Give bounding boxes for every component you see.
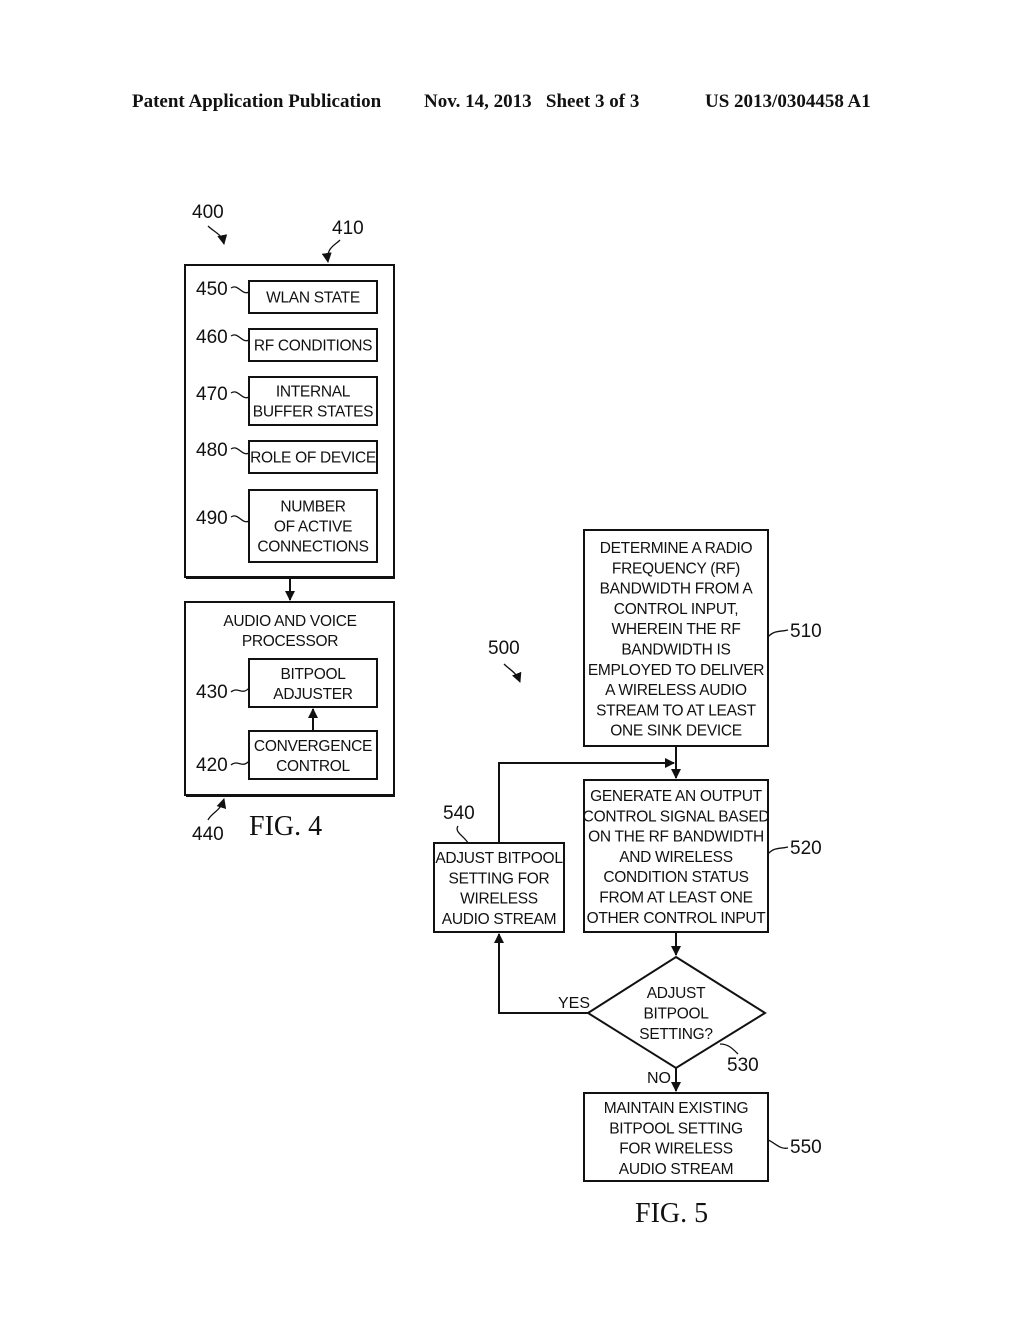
ref-540: 540	[443, 803, 475, 824]
step-510-line-7: EMPLOYED TO DELIVER	[588, 662, 764, 679]
ref-480: 480	[196, 440, 228, 461]
ref-420: 420	[196, 755, 228, 776]
step-510-line-6: BANDWIDTH IS	[621, 642, 730, 659]
fig5-caption: FIG. 5	[635, 1198, 708, 1229]
step-510-line-2: FREQUENCY (RF)	[612, 560, 740, 577]
ref-440: 440	[192, 824, 224, 845]
step-510-line-10: ONE SINK DEVICE	[610, 723, 742, 740]
step-520-line-5: CONDITION STATUS	[603, 869, 748, 886]
ref-410: 410	[332, 218, 364, 239]
input-470-line-1: INTERNAL	[276, 384, 351, 401]
input-450-line-1: WLAN STATE	[266, 290, 360, 307]
ref-400: 400	[192, 202, 224, 223]
ref-520-leader	[767, 846, 789, 855]
convergence-control-line-1: CONVERGENCE	[254, 738, 372, 755]
step-540-line-3: WIRELESS	[460, 891, 538, 908]
step-510-line-3: BANDWIDTH FROM A	[600, 581, 754, 598]
ref-410-leader	[321, 239, 341, 263]
ref-460: 460	[196, 327, 228, 348]
ref-440-leader	[207, 798, 227, 821]
ref-550: 550	[790, 1137, 822, 1158]
step-550-line-4: AUDIO STREAM	[619, 1161, 733, 1178]
ref-470: 470	[196, 384, 228, 405]
input-470-line-2: BUFFER STATES	[253, 404, 373, 421]
decision-530-line-1: ADJUST	[647, 985, 706, 1002]
step-520-line-6: FROM AT LEAST ONE	[599, 890, 752, 907]
step-510-line-9: STREAM TO AT LEAST	[596, 702, 757, 719]
step-510-line-5: WHEREIN THE RF	[612, 621, 741, 638]
step-520-line-2: CONTROL SIGNAL BASED	[583, 808, 770, 825]
ref-510-leader	[767, 629, 789, 638]
header-publication: Patent Application Publication	[132, 91, 382, 112]
ref-490: 490	[196, 508, 228, 529]
fig5-flowchart: 500 DETERMINE A RADIO FREQUENCY (RF) BANDW…	[433, 529, 822, 1229]
fig4-caption: FIG. 4	[249, 811, 322, 842]
ref-500: 500	[488, 638, 520, 659]
input-480-line-1: ROLE OF DEVICE	[250, 450, 376, 467]
fig4-diagram: 400 410 WLAN STATE 450 RF CONDITIONS 460 INT…	[184, 202, 395, 845]
ref-540-leader	[456, 825, 469, 844]
step-520-line-7: OTHER CONTROL INPUT	[587, 910, 767, 927]
input-460-line-1: RF CONDITIONS	[254, 338, 372, 355]
step-510-line-1: DETERMINE A RADIO	[600, 540, 753, 557]
ref-530-leader	[719, 1043, 739, 1055]
bitpool-adjuster-line-1: BITPOOL	[280, 666, 346, 683]
ref-430: 430	[196, 682, 228, 703]
step-520-line-1: GENERATE AN OUTPUT	[590, 788, 763, 805]
convergence-control-line-2: CONTROL	[276, 758, 350, 775]
step-540-line-4: AUDIO STREAM	[442, 911, 556, 928]
processor-title-line-2: PROCESSOR	[242, 633, 338, 650]
decision-530-line-3: SETTING?	[639, 1026, 713, 1043]
step-550-line-2: BITPOOL SETTING	[609, 1120, 743, 1137]
ref-510: 510	[790, 621, 822, 642]
step-510-line-4: CONTROL INPUT,	[614, 601, 738, 618]
ref-530: 530	[727, 1055, 759, 1076]
header-date-sheet: Nov. 14, 2013 Sheet 3 of 3	[424, 91, 639, 112]
step-550-line-3: FOR WIRELESS	[619, 1141, 733, 1158]
input-490-line-1: NUMBER	[280, 499, 345, 516]
step-520-line-4: AND WIRELESS	[619, 849, 733, 866]
processor-title-line-1: AUDIO AND VOICE	[223, 613, 356, 630]
ref-450: 450	[196, 279, 228, 300]
ref-520: 520	[790, 838, 822, 859]
step-540-line-1: ADJUST BITPOOL	[435, 850, 563, 867]
step-510-line-8: A WIRELESS AUDIO	[605, 682, 747, 699]
decision-530-text: ADJUST BITPOOL SETTING?	[639, 985, 713, 1043]
step-550-line-1: MAINTAIN EXISTING	[604, 1100, 748, 1117]
input-490-line-2: OF ACTIVE	[274, 519, 352, 536]
step-540-line-2: SETTING FOR	[449, 870, 550, 887]
no-label: NO	[647, 1070, 671, 1087]
bitpool-adjuster-line-2: ADJUSTER	[273, 686, 353, 703]
ref-400-leader	[207, 225, 228, 245]
yes-label: YES	[558, 995, 590, 1012]
header-patent-number: US 2013/0304458 A1	[705, 91, 871, 112]
step-520-line-3: ON THE RF BANDWIDTH	[588, 829, 764, 846]
input-490-line-3: CONNECTIONS	[257, 539, 368, 556]
ref-500-leader	[503, 663, 522, 683]
decision-530-line-2: BITPOOL	[643, 1006, 709, 1023]
patent-sheet: Patent Application Publication Nov. 14, …	[132, 91, 871, 1229]
ref-550-leader	[767, 1139, 789, 1149]
